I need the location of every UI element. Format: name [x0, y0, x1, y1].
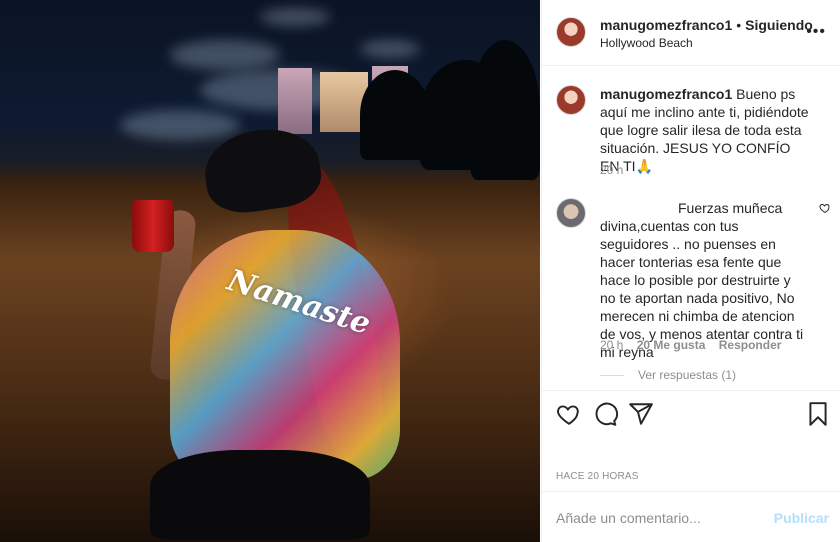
caption-time[interactable]: 20 h	[600, 163, 623, 177]
caption-meta: 20 h	[600, 163, 633, 177]
post-header: manugomezfranco1 • Siguiendo Hollywood Bea…	[542, 0, 840, 66]
comment-item: Fuerzas muñeca divina,cuentas con tus se…	[556, 198, 831, 388]
comment-heart-icon[interactable]	[819, 202, 831, 214]
comment-input[interactable]: Añade un comentario...	[556, 510, 701, 526]
caption-avatar[interactable]	[556, 85, 586, 115]
woman-figure: Namaste	[132, 120, 410, 540]
following-button[interactable]: Siguiendo	[745, 17, 813, 33]
action-bar: HACE 20 HORAS	[542, 390, 840, 490]
commenter-username[interactable]	[600, 203, 678, 213]
reply-button[interactable]: Responder	[719, 338, 782, 352]
author-username[interactable]: manugomezfranco1	[600, 17, 732, 33]
heart-icon[interactable]	[556, 401, 582, 427]
comment-likes[interactable]: 20 Me gusta	[637, 338, 706, 352]
red-cup	[132, 200, 174, 252]
view-replies-button[interactable]: Ver respuestas (1)	[600, 368, 736, 382]
commenter-avatar[interactable]	[556, 198, 586, 228]
separator-dot: •	[736, 17, 742, 33]
replies-line	[600, 375, 624, 377]
author-avatar[interactable]	[556, 17, 586, 47]
view-replies-label: Ver respuestas (1)	[638, 368, 737, 382]
caption-comment: manugomezfranco1 Bueno ps aquí me inclin…	[556, 85, 831, 185]
post-side-panel: manugomezfranco1 • Siguiendo Hollywood Bea…	[541, 0, 840, 542]
post-photo[interactable]: Namaste	[0, 0, 540, 542]
comment-time[interactable]: 20 h	[600, 338, 623, 352]
comment-text: Fuerzas muñeca divina,cuentas con tus se…	[600, 200, 804, 360]
likes-summary[interactable]	[556, 435, 756, 451]
comment-meta: 20 h 20 Me gusta Responder	[600, 338, 791, 352]
more-icon[interactable]: •••	[806, 24, 826, 40]
publish-button[interactable]: Publicar	[774, 510, 829, 526]
share-icon[interactable]	[628, 401, 654, 427]
caption-username[interactable]: manugomezfranco1	[600, 86, 732, 102]
comments-section[interactable]: manugomezfranco1 Bueno ps aquí me inclin…	[542, 67, 840, 390]
bookmark-icon[interactable]	[805, 401, 831, 427]
post-time-ago[interactable]: HACE 20 HORAS	[556, 471, 639, 482]
comment-icon[interactable]	[592, 401, 618, 427]
add-comment-bar: Añade un comentario... Publicar	[542, 491, 840, 542]
location-link[interactable]: Hollywood Beach	[600, 36, 693, 50]
